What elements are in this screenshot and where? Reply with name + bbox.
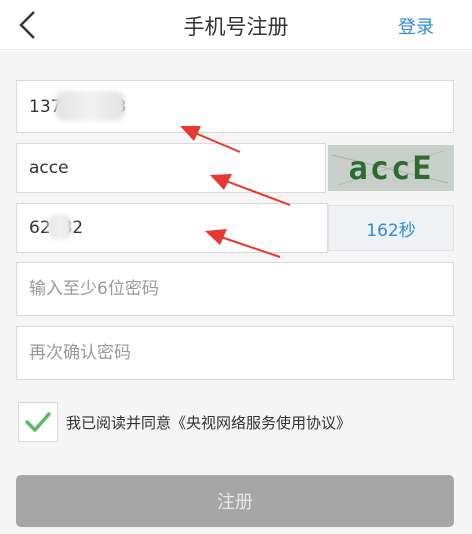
blur-mask xyxy=(55,91,125,121)
captcha-noise: accE xyxy=(331,149,449,187)
checkmark-icon xyxy=(25,412,51,432)
agreement-row: 我已阅读并同意《央视网络服务使用协议》 xyxy=(18,402,351,442)
login-link[interactable]: 登录 xyxy=(398,13,434,39)
captcha-field-box xyxy=(16,143,326,193)
confirm-password-field-box xyxy=(16,326,454,380)
top-bar: 手机号注册 登录 xyxy=(0,0,472,50)
confirm-password-input[interactable] xyxy=(29,343,441,363)
countdown-button[interactable]: 162秒 xyxy=(328,205,454,251)
agreement-link[interactable]: 我已阅读并同意《央视网络服务使用协议》 xyxy=(66,412,351,433)
captcha-text: accE xyxy=(348,149,433,187)
password-field-box xyxy=(16,262,454,316)
captcha-input[interactable] xyxy=(29,158,313,178)
password-input[interactable] xyxy=(29,279,441,299)
captcha-image[interactable]: accE xyxy=(328,145,454,191)
blur-mask xyxy=(48,214,72,240)
register-button[interactable]: 注册 xyxy=(16,475,454,527)
agreement-checkbox[interactable] xyxy=(18,402,58,442)
